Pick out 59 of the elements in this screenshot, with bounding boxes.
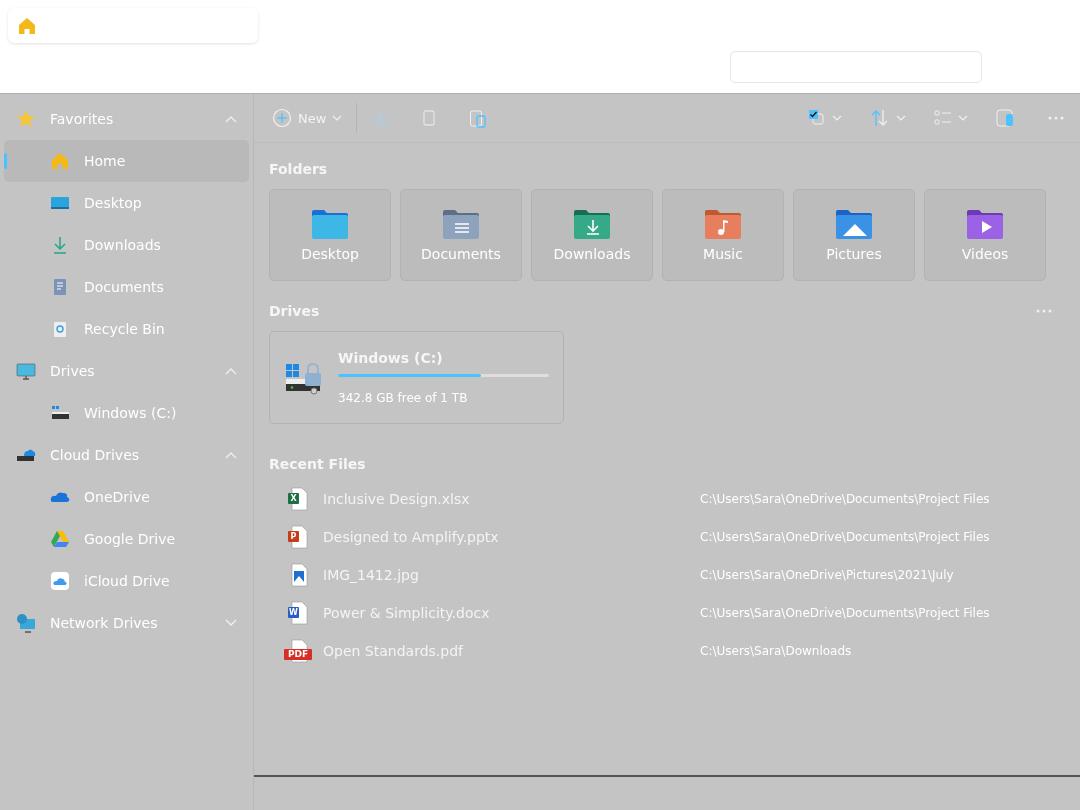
file-path: C:\Users\Sara\OneDrive\Documents\Project Files bbox=[700, 492, 990, 506]
home-tab[interactable] bbox=[8, 8, 258, 43]
cloud-icon bbox=[50, 571, 70, 591]
cut-icon[interactable] bbox=[371, 109, 390, 127]
chevron-down-icon[interactable] bbox=[225, 619, 237, 627]
view-list-icon[interactable] bbox=[934, 110, 952, 126]
search-field[interactable] bbox=[730, 51, 982, 83]
chevron-up-icon[interactable] bbox=[225, 115, 237, 123]
folder-card[interactable]: Videos bbox=[924, 189, 1046, 281]
file-path: C:\Users\Sara\Downloads bbox=[700, 644, 852, 658]
folder-card[interactable]: Pictures bbox=[793, 189, 915, 281]
home-icon bbox=[17, 15, 37, 36]
sidebar-item[interactable]: OneDrive bbox=[4, 476, 249, 518]
documents-folder-icon bbox=[442, 208, 480, 240]
sidebar-group[interactable]: Network Drives bbox=[4, 602, 249, 644]
sidebar-group[interactable]: Cloud Drives bbox=[4, 434, 249, 476]
copy-icon[interactable] bbox=[421, 109, 438, 127]
selection-indicator bbox=[4, 153, 7, 169]
videos-folder-icon bbox=[966, 208, 1004, 240]
folder-card[interactable]: Music bbox=[662, 189, 784, 281]
chevron-down-icon[interactable] bbox=[958, 115, 968, 121]
sidebar-item[interactable]: Google Drive bbox=[4, 518, 249, 560]
paste-icon[interactable] bbox=[469, 108, 488, 128]
file-path: C:\Users\Sara\OneDrive\Documents\Project Files bbox=[700, 606, 990, 620]
network-computer-icon bbox=[16, 613, 36, 633]
folder-card[interactable]: Documents bbox=[400, 189, 522, 281]
home-icon bbox=[50, 151, 70, 171]
free-space-text: 342.8 GB free of 1 TB bbox=[338, 391, 469, 405]
chevron-down-icon bbox=[332, 115, 343, 121]
plus-icon bbox=[272, 108, 292, 128]
downloads-folder-icon bbox=[573, 208, 611, 240]
sidebar-item[interactable]: Home bbox=[4, 140, 249, 182]
more-icon[interactable] bbox=[1036, 309, 1052, 313]
sidebar-item[interactable]: Desktop bbox=[4, 182, 249, 224]
select-icon[interactable] bbox=[808, 109, 826, 127]
star-icon bbox=[16, 109, 36, 129]
sidebar-item[interactable]: Documents bbox=[4, 266, 249, 308]
desktop-folder-icon bbox=[311, 208, 349, 240]
file-path: C:\Users\Sara\OneDrive\Documents\Project Files bbox=[700, 530, 990, 544]
chevron-up-icon[interactable] bbox=[225, 451, 237, 459]
more-icon[interactable] bbox=[1048, 116, 1064, 120]
music-folder-icon bbox=[704, 208, 742, 240]
chevron-up-icon[interactable] bbox=[225, 367, 237, 375]
sidebar-group[interactable]: Drives bbox=[4, 350, 249, 392]
sidebar-item[interactable]: iCloud Drive bbox=[4, 560, 249, 602]
triangle-logo-icon bbox=[50, 529, 70, 549]
sidebar-group[interactable]: Favorites bbox=[4, 98, 249, 140]
chevron-down-icon[interactable] bbox=[832, 115, 842, 121]
folder-card[interactable]: Desktop bbox=[269, 189, 391, 281]
chevron-down-icon[interactable] bbox=[896, 115, 906, 121]
details-pane-icon[interactable] bbox=[996, 109, 1014, 127]
pictures-folder-icon bbox=[835, 208, 873, 240]
monitor-icon bbox=[16, 361, 36, 381]
file-path: C:\Users\Sara\OneDrive\Pictures\2021\July bbox=[700, 568, 954, 582]
folder-card[interactable]: Downloads bbox=[531, 189, 653, 281]
sidebar-item[interactable]: Windows (C:) bbox=[4, 392, 249, 434]
sidebar-item[interactable]: Downloads bbox=[4, 224, 249, 266]
sidebar-item[interactable]: Recycle Bin bbox=[4, 308, 249, 350]
sort-icon[interactable] bbox=[870, 109, 890, 127]
